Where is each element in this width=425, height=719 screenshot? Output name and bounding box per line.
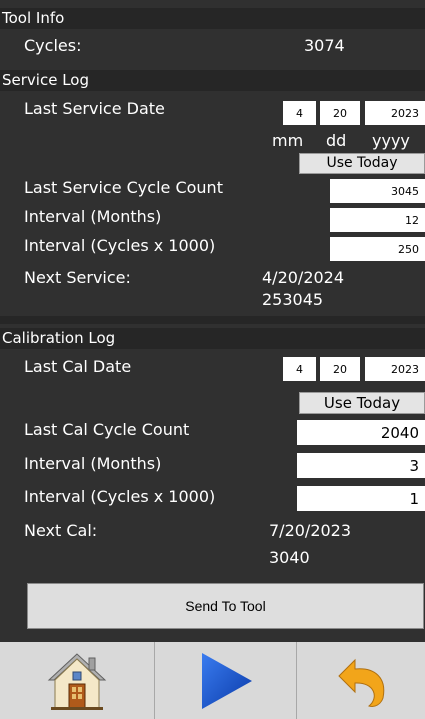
calibration-log-header: Calibration Log xyxy=(0,328,425,349)
cal-interval-months-input[interactable] xyxy=(297,453,425,478)
cycles-value: 3074 xyxy=(304,36,345,55)
play-icon xyxy=(201,652,252,709)
cal-interval-months-label: Interval (Months) xyxy=(24,454,162,473)
cal-date-mm-input[interactable] xyxy=(283,357,316,381)
last-cal-date-label: Last Cal Date xyxy=(24,357,132,376)
service-use-today-button[interactable]: Use Today xyxy=(299,153,425,174)
last-service-date-label: Last Service Date xyxy=(24,99,165,118)
send-to-tool-button[interactable]: Send To Tool xyxy=(27,583,424,629)
last-cal-cycle-count-input[interactable] xyxy=(297,420,425,445)
service-interval-cycles-input[interactable] xyxy=(330,237,425,261)
dd-label: dd xyxy=(326,131,347,150)
next-service-label: Next Service: xyxy=(24,268,131,287)
last-service-cycle-count-input[interactable] xyxy=(330,179,425,203)
service-log-header: Service Log xyxy=(0,70,425,91)
footer-toolbar xyxy=(0,642,425,719)
service-date-dd-input[interactable] xyxy=(320,101,360,125)
play-button[interactable] xyxy=(155,642,297,719)
next-cal-label: Next Cal: xyxy=(24,521,98,540)
tool-info-header: Tool Info xyxy=(0,8,425,29)
service-date-yyyy-input[interactable] xyxy=(365,101,425,125)
mm-label: mm xyxy=(272,131,304,150)
service-interval-months-input[interactable] xyxy=(330,208,425,232)
home-button[interactable] xyxy=(0,642,155,719)
service-date-mm-input[interactable] xyxy=(283,101,316,125)
next-cal-date: 7/20/2023 xyxy=(269,521,352,540)
cal-interval-cycles-input[interactable] xyxy=(297,486,425,511)
yyyy-label: yyyy xyxy=(372,131,410,150)
last-service-cycle-count-label: Last Service Cycle Count xyxy=(24,178,223,197)
cal-use-today-button[interactable]: Use Today xyxy=(299,392,425,414)
cal-date-yyyy-input[interactable] xyxy=(365,357,425,381)
last-cal-cycle-count-label: Last Cal Cycle Count xyxy=(24,420,190,439)
next-service-cycles: 253045 xyxy=(262,290,324,309)
next-cal-cycles: 3040 xyxy=(269,548,310,567)
cycles-label: Cycles: xyxy=(24,36,82,55)
service-interval-months-label: Interval (Months) xyxy=(24,207,162,226)
section-divider xyxy=(0,316,425,324)
home-icon xyxy=(47,652,107,710)
next-service-date: 4/20/2024 xyxy=(262,268,345,287)
cal-interval-cycles-label: Interval (Cycles x 1000) xyxy=(24,487,216,506)
undo-icon xyxy=(338,658,385,707)
service-interval-cycles-label: Interval (Cycles x 1000) xyxy=(24,236,216,255)
cal-date-dd-input[interactable] xyxy=(320,357,360,381)
undo-button[interactable] xyxy=(297,642,425,719)
